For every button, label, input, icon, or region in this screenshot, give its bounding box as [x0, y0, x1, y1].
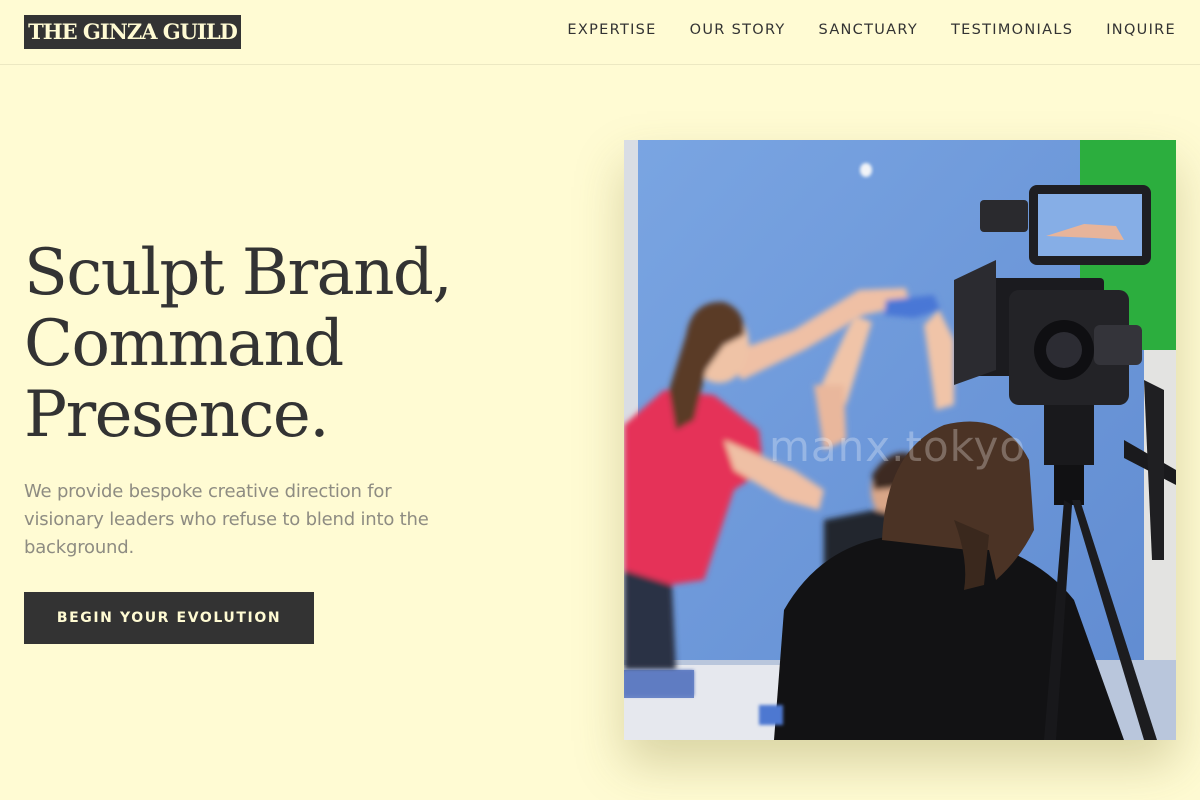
hero-title-line: Command	[24, 307, 344, 381]
hero-title-line: Sculpt Brand,	[24, 236, 453, 310]
photo-watermark: manx.tokyo	[769, 422, 1027, 471]
nav-link-sanctuary[interactable]: SANCTUARY	[819, 22, 918, 38]
hero-title-line: Presence.	[24, 378, 330, 452]
main-nav: EXPERTISE OUR STORY SANCTUARY TESTIMONIA…	[567, 0, 1176, 60]
hero-photo: manx.tokyo	[624, 140, 1176, 740]
nav-link-testimonials[interactable]: TESTIMONIALS	[951, 22, 1073, 38]
hero-title: Sculpt Brand, Command Presence.	[24, 238, 544, 451]
site-logo[interactable]: THE GINZA GUILD	[24, 15, 241, 49]
site-header: THE GINZA GUILD EXPERTISE OUR STORY SANC…	[0, 0, 1200, 65]
nav-link-our-story[interactable]: OUR STORY	[690, 22, 786, 38]
begin-evolution-button[interactable]: BEGIN YOUR EVOLUTION	[24, 592, 314, 644]
nav-link-inquire[interactable]: INQUIRE	[1106, 22, 1176, 38]
hero-subtitle: We provide bespoke creative direction fo…	[24, 481, 429, 558]
nav-link-expertise[interactable]: EXPERTISE	[567, 22, 656, 38]
